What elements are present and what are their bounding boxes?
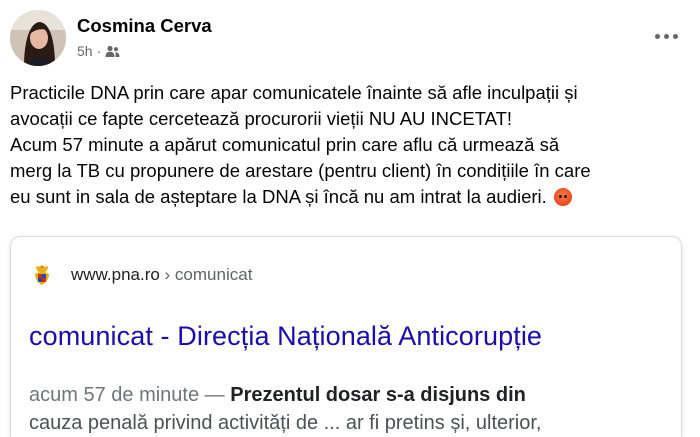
post-meta: 5h · — [77, 43, 120, 59]
snippet-date: acum 57 de minute — [29, 384, 200, 406]
avatar[interactable] — [10, 10, 66, 66]
post-time[interactable]: 5h — [77, 43, 93, 59]
romania-coat-of-arms-icon — [35, 265, 49, 285]
dot-icon — [654, 33, 660, 39]
result-snippet: acum 57 de minute — Prezentul dosar s-a … — [29, 381, 526, 409]
site-url[interactable]: www.pna.ro › comunicat — [71, 265, 252, 285]
site-crumb: › comunicat — [159, 265, 253, 284]
result-title-link[interactable]: comunicat - Direcția Națională Anticorup… — [29, 321, 542, 352]
post-text-line: eu sunt in sala de așteptare la DNA și î… — [10, 186, 547, 207]
post-text-line: merg la TB cu propunere de arestare (pen… — [10, 160, 591, 181]
profile-photo-icon — [10, 10, 66, 66]
result-snippet-line-2: cauza penală privind activități de ... a… — [29, 412, 542, 434]
snippet-dash: — — [199, 384, 231, 406]
post-text-line-last: eu sunt in sala de așteptare la DNA și î… — [10, 184, 690, 210]
more-options-button[interactable] — [648, 24, 684, 48]
post-text-line: Practicile DNA prin care apar comunicate… — [10, 82, 578, 103]
post-text-line: avocații ce fapte cercetează procurorii … — [10, 108, 513, 129]
dot-icon — [663, 33, 669, 39]
post-header: Cosmina Cerva 5h · — [10, 10, 690, 70]
author-name[interactable]: Cosmina Cerva — [77, 15, 212, 37]
friends-icon[interactable] — [105, 45, 120, 58]
dot-icon — [672, 33, 678, 39]
post-text: Practicile DNA prin care apar comunicate… — [10, 80, 690, 210]
snippet-bold: Prezentul dosar s-a disjuns din — [230, 384, 526, 406]
post-text-line: Acum 57 minute a apărut comunicatul prin… — [10, 134, 560, 155]
meta-separator: · — [96, 43, 102, 59]
site-row: www.pna.ro › comunicat — [31, 263, 252, 287]
site-domain: www.pna.ro — [71, 265, 160, 284]
search-result-card[interactable]: www.pna.ro › comunicat comunicat - Direc… — [10, 236, 682, 437]
angry-face-emoji-icon — [553, 188, 572, 206]
